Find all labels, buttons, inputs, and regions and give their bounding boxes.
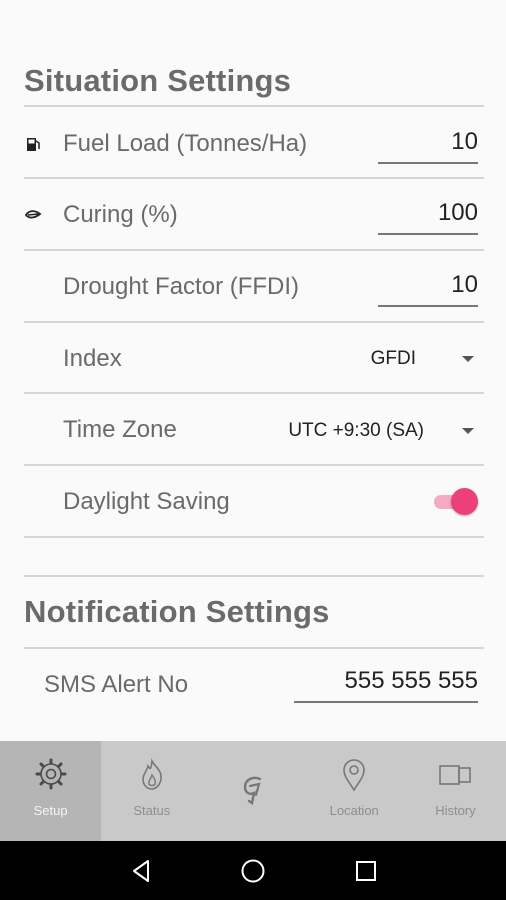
- nav-location-label: Location: [329, 803, 379, 818]
- sms-alert-label: SMS Alert No: [44, 671, 189, 698]
- divider: [24, 321, 484, 323]
- nav-status-label: Status: [133, 803, 171, 818]
- history-icon: [439, 765, 472, 785]
- time-zone-select[interactable]: UTC +9:30 (SA): [288, 420, 474, 442]
- notification-settings-title: Notification Settings: [24, 594, 330, 629]
- index-value: GFDI: [370, 348, 416, 369]
- situation-settings-title: Situation Settings: [24, 63, 292, 98]
- daylight-saving-toggle[interactable]: [432, 486, 478, 516]
- nav-history[interactable]: History: [405, 741, 506, 841]
- index-select[interactable]: GFDI: [371, 348, 474, 370]
- curing-input[interactable]: 100: [378, 199, 478, 235]
- divider: [24, 249, 484, 251]
- drought-factor-input[interactable]: 10: [378, 271, 478, 307]
- fuel-load-input[interactable]: 10: [378, 128, 478, 164]
- sms-alert-input[interactable]: 555 555 555: [294, 667, 478, 703]
- time-zone-value: UTC +9:30 (SA): [288, 420, 424, 441]
- nav-history-label: History: [435, 803, 476, 818]
- divider: [24, 464, 484, 466]
- recents-icon[interactable]: [353, 858, 379, 884]
- divider: [24, 105, 484, 107]
- dropdown-arrow-icon: [462, 356, 474, 362]
- nav-logo[interactable]: [202, 741, 303, 841]
- back-icon[interactable]: [128, 858, 154, 884]
- system-navigation-bar: [0, 841, 506, 900]
- curing-icon: [24, 210, 42, 219]
- logo-icon: [243, 776, 262, 805]
- nav-status[interactable]: Status: [101, 741, 202, 841]
- fuel-load-label: Fuel Load (Tonnes/Ha): [63, 130, 308, 157]
- daylight-saving-label: Daylight Saving: [63, 488, 230, 515]
- fuel-pump-icon: [27, 138, 40, 151]
- dropdown-arrow-icon: [462, 428, 474, 434]
- drought-factor-label: Drought Factor (FFDI): [63, 273, 300, 300]
- nav-location[interactable]: Location: [304, 741, 405, 841]
- bottom-navigation: Setup Status Location History: [0, 741, 506, 841]
- divider: [24, 177, 484, 179]
- gear-icon: [35, 758, 67, 790]
- time-zone-label: Time Zone: [63, 416, 177, 443]
- fire-icon: [141, 758, 162, 790]
- toggle-thumb: [451, 488, 478, 515]
- status-bar: [0, 0, 506, 40]
- divider: [24, 392, 484, 394]
- divider: [24, 647, 484, 649]
- nav-setup[interactable]: Setup: [0, 741, 102, 841]
- curing-label: Curing (%): [63, 201, 178, 228]
- map-pin-icon: [343, 759, 366, 792]
- index-label: Index: [63, 345, 122, 372]
- home-icon[interactable]: [240, 858, 266, 884]
- divider: [24, 536, 484, 538]
- divider: [24, 575, 484, 577]
- nav-setup-label: Setup: [33, 803, 68, 818]
